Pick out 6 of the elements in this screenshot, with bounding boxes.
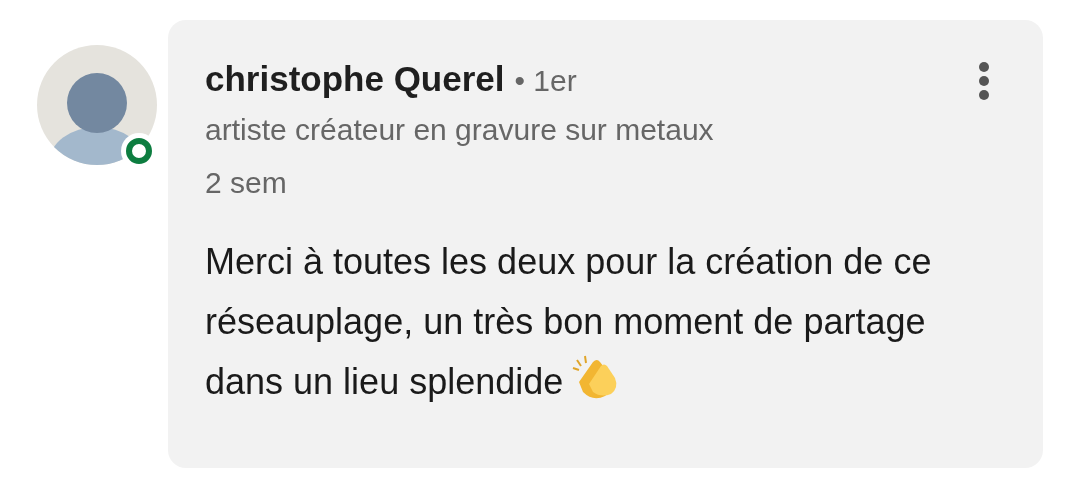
- connection-degree: • 1er: [514, 63, 577, 99]
- comment-text: Merci à toutes les deux pour la création de ce réseauplage, un très bon moment de partage dans un lieu splendide: [205, 240, 933, 404]
- comment-time: 2 sem: [205, 165, 288, 201]
- author-headline: artiste créateur en gravure sur metaux: [205, 112, 715, 148]
- author-name[interactable]: christophe Querel: [205, 56, 505, 102]
- more-options-icon[interactable]: [978, 61, 990, 101]
